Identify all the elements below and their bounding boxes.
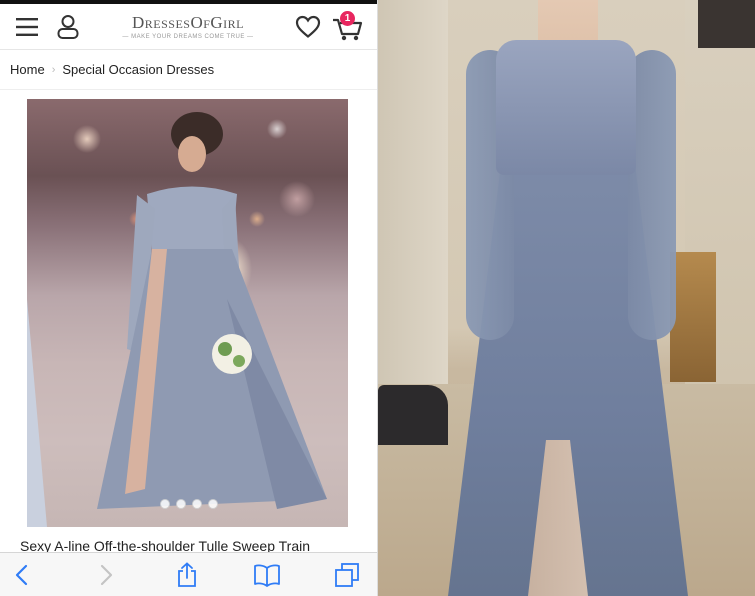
hamburger-menu-icon[interactable] — [14, 14, 40, 40]
cart-count-badge: 1 — [340, 11, 355, 26]
back-icon[interactable] — [8, 561, 36, 589]
breadcrumb-home-link[interactable]: Home — [10, 62, 45, 77]
chevron-right-icon: › — [51, 63, 56, 76]
account-icon[interactable] — [55, 13, 81, 41]
carousel-dot[interactable] — [160, 499, 170, 509]
brand-logo[interactable]: DressesOfGirl — MAKE YOUR DREAMS COME TR… — [118, 13, 258, 40]
comparison-screenshot: DressesOfGirl — MAKE YOUR DREAMS COME TR… — [0, 0, 755, 596]
carousel-dot[interactable] — [192, 499, 202, 509]
wall-picture-frames — [698, 0, 755, 48]
dark-object-on-floor — [378, 385, 448, 445]
breadcrumb-category-link[interactable]: Special Occasion Dresses — [62, 62, 214, 77]
bookmarks-icon[interactable] — [253, 561, 281, 589]
share-icon[interactable] — [173, 561, 201, 589]
image-carousel-dots[interactable] — [160, 499, 218, 509]
browser-toolbar — [0, 552, 377, 596]
wishlist-heart-icon[interactable] — [294, 14, 322, 40]
brand-name: DressesOfGirl — [131, 13, 245, 32]
breadcrumb: Home › Special Occasion Dresses — [0, 50, 377, 90]
site-header: DressesOfGirl — MAKE YOUR DREAMS COME TR… — [0, 4, 377, 50]
beaded-bodice — [496, 40, 636, 175]
tabs-icon[interactable] — [333, 561, 361, 589]
model-in-gown-illustration — [27, 112, 327, 527]
forward-icon[interactable] — [92, 561, 120, 589]
customer-photo — [378, 0, 755, 596]
room-door — [378, 0, 448, 420]
brand-tagline: — MAKE YOUR DREAMS COME TRUE — — [122, 34, 254, 40]
carousel-dot[interactable] — [208, 499, 218, 509]
wooden-dresser — [670, 252, 716, 382]
product-image[interactable] — [27, 99, 348, 527]
carousel-dot[interactable] — [176, 499, 186, 509]
mobile-product-page: DressesOfGirl — MAKE YOUR DREAMS COME TR… — [0, 0, 377, 596]
